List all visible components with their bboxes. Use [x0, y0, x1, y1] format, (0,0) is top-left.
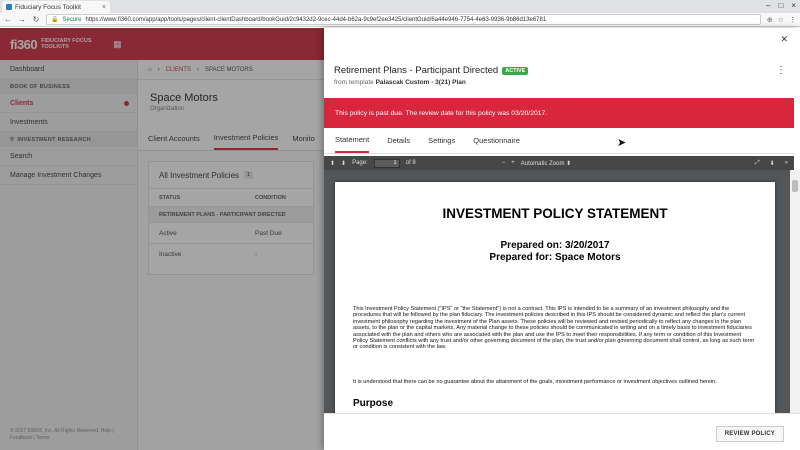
browser-tab[interactable]: Fiduciary Focus Toolkit ×	[2, 1, 110, 13]
lock-icon: 🔒	[51, 17, 59, 23]
close-window-icon[interactable]: ×	[791, 1, 796, 10]
fullscreen-icon[interactable]: ⤢	[755, 160, 760, 167]
next-page-icon[interactable]: ⬇	[341, 160, 346, 167]
menu-icon[interactable]: ⋮	[789, 16, 796, 24]
status-badge: ACTIVE	[502, 66, 529, 75]
pdf-scroll-thumb[interactable]	[792, 180, 798, 192]
more-options-icon[interactable]: ⋮	[776, 66, 786, 76]
tab-statement[interactable]: Statement	[335, 128, 370, 153]
pdf-page: INVESTMENT POLICY STATEMENT Prepared on:…	[335, 182, 775, 413]
reload-icon[interactable]: ↻	[32, 15, 40, 24]
secure-label: Secure	[62, 16, 82, 23]
doc-paragraph: This Investment Policy Statement ("IPS" …	[353, 306, 755, 351]
pdf-toolbar: ⬆ ⬇ Page: of 8 − + Automatic Zoom ⬍ ⤢ ⬇ …	[324, 156, 794, 170]
drawer-title: Retirement Plans - Participant Directed …	[334, 65, 529, 76]
tab-settings[interactable]: Settings	[428, 128, 455, 153]
tab-questionnaire[interactable]: Questionnaire	[473, 128, 520, 153]
doc-paragraph: It is understood that there can be no gu…	[353, 379, 717, 385]
past-due-alert: This policy is past due. The review date…	[324, 98, 794, 128]
forward-icon[interactable]: →	[18, 15, 26, 24]
template-line: from template Palascak Custom - 3(21) Pl…	[334, 79, 466, 86]
back-icon[interactable]: ←	[4, 15, 12, 24]
zoom-in-icon[interactable]: +	[511, 160, 515, 166]
tab-details[interactable]: Details	[387, 128, 410, 153]
page-number-input[interactable]	[373, 158, 400, 168]
page-label: Page:	[352, 160, 368, 166]
zoom-out-icon[interactable]: −	[502, 160, 506, 166]
pdf-scrollbar[interactable]	[790, 170, 800, 413]
doc-prepared: Prepared on: 3/20/2017 Prepared for: Spa…	[489, 240, 621, 263]
drawer-header: Retirement Plans - Participant Directed …	[334, 65, 529, 86]
pdf-viewer[interactable]: INVESTMENT POLICY STATEMENT Prepared on:…	[324, 170, 794, 413]
template-name: Palascak Custom - 3(21) Plan	[375, 79, 466, 86]
drawer-footer: REVIEW POLICY	[324, 413, 800, 450]
policy-title: Retirement Plans - Participant Directed	[334, 65, 499, 76]
browser-tabbar: Fiduciary Focus Toolkit × – □ ×	[0, 0, 800, 13]
maximize-icon[interactable]: □	[778, 1, 783, 10]
policy-drawer: ✕ Retirement Plans - Participant Directe…	[324, 28, 800, 450]
drawer-tabs: Statement Details Settings Questionnaire	[324, 128, 794, 154]
close-icon[interactable]: ✕	[780, 34, 788, 45]
mouse-cursor-icon: ➤	[617, 137, 627, 149]
previous-page-icon[interactable]: ⬆	[330, 160, 335, 167]
close-tab-icon[interactable]: ×	[102, 4, 106, 11]
minimize-icon[interactable]: –	[766, 1, 770, 10]
zoom-select[interactable]: Automatic Zoom ⬍	[521, 160, 571, 167]
address-bar: ← → ↻ 🔒 Secure https://www.fi360.com/app…	[0, 13, 800, 27]
window-controls: – □ ×	[766, 1, 796, 10]
tools-chevron-icon[interactable]: »	[785, 160, 788, 167]
doc-heading: Purpose	[353, 398, 394, 409]
review-policy-button[interactable]: REVIEW POLICY	[715, 426, 784, 442]
doc-title: INVESTMENT POLICY STATEMENT	[442, 206, 668, 221]
url-input[interactable]: 🔒 Secure https://www.fi360.com/app/app/t…	[46, 14, 761, 25]
browser-tab-title: Fiduciary Focus Toolkit	[15, 3, 81, 11]
star-icon[interactable]: ☆	[778, 16, 784, 24]
url-text: https://www.fi360.com/app/app/tools/page…	[85, 16, 547, 23]
download-icon[interactable]: ⬇	[770, 160, 775, 167]
page-total: of 8	[405, 160, 416, 166]
favicon-icon	[6, 4, 12, 10]
zoom-icon[interactable]: ⊕	[767, 16, 773, 24]
modal-overlay[interactable]	[0, 28, 324, 450]
